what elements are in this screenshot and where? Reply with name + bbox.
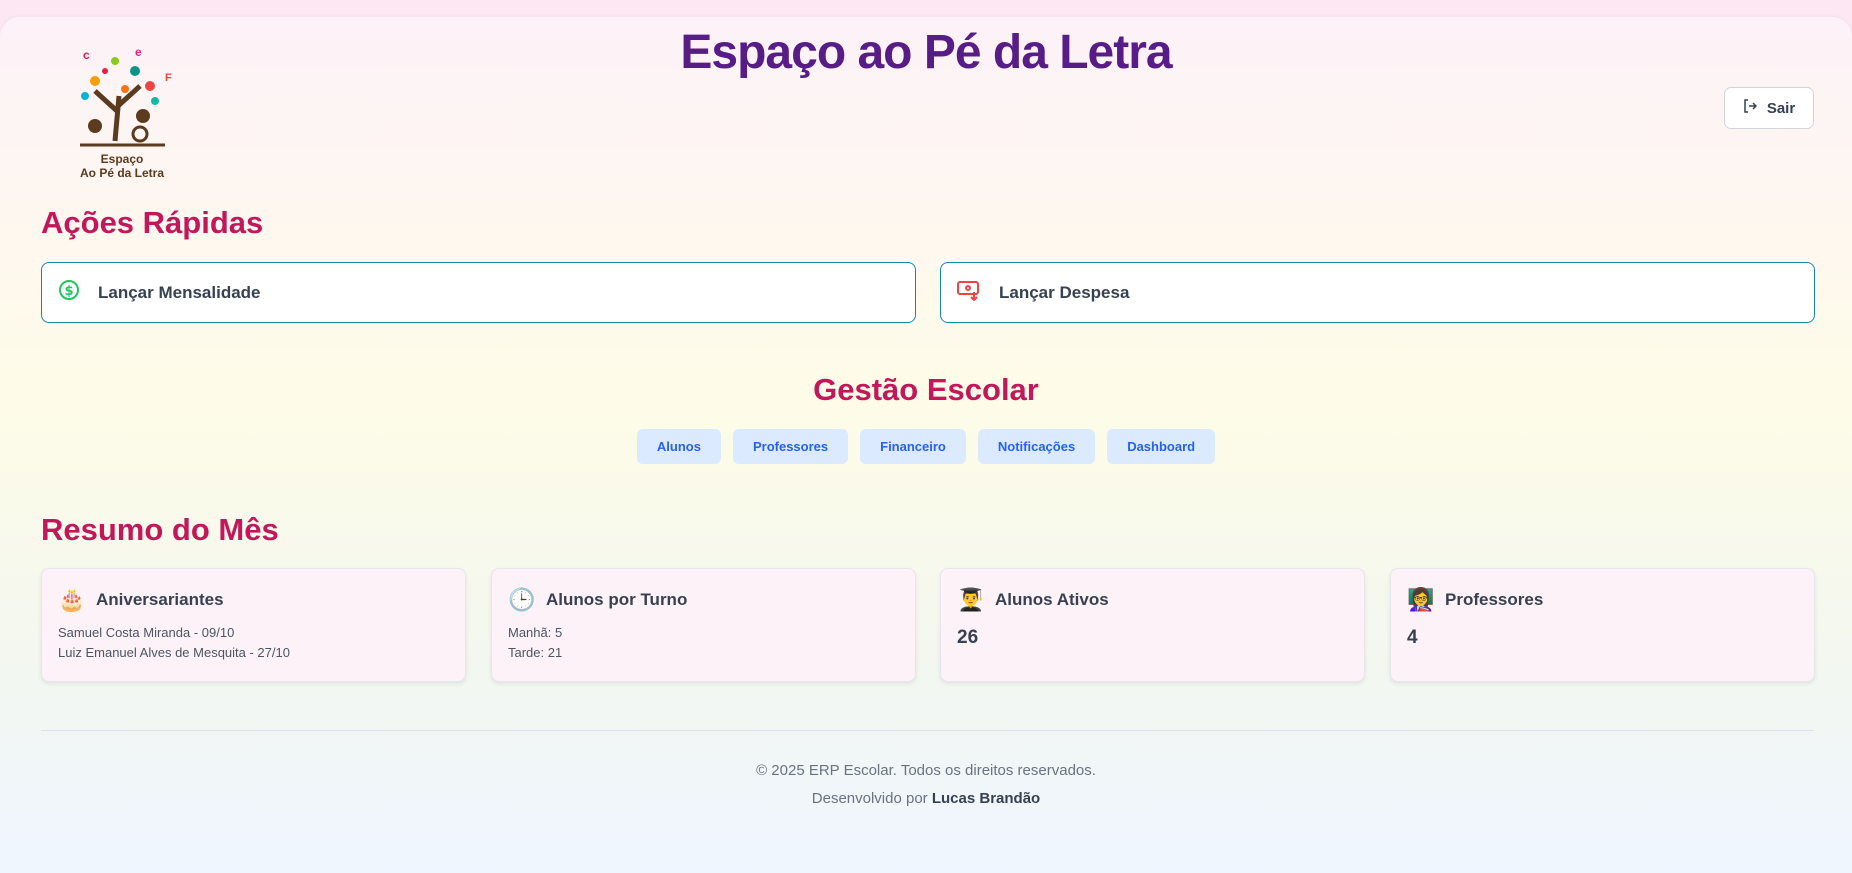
svg-text:Ao Pé da Letra: Ao Pé da Letra — [80, 166, 164, 179]
teachers-card: 👩‍🏫 Professores 4 — [1390, 568, 1815, 682]
shift-afternoon: Tarde: 21 — [508, 645, 563, 660]
shift-morning: Manhã: 5 — [508, 625, 563, 640]
birthday-item: Samuel Costa Miranda - 09/10 — [58, 625, 235, 640]
nav-alunos[interactable]: Alunos — [636, 429, 721, 464]
student-icon: 👨‍🎓 — [957, 587, 985, 612]
svg-text:Espaço: Espaço — [101, 152, 144, 166]
logout-button[interactable]: Sair — [1724, 87, 1814, 129]
shifts-card: 🕒 Alunos por Turno Manhã: 5 Tarde: 21 — [491, 568, 916, 682]
launch-expense-label: Lançar Despesa — [999, 282, 1130, 302]
cake-icon: 🎂 — [58, 587, 86, 612]
management-nav: Alunos Professores Financeiro Notificaçõ… — [0, 429, 1852, 464]
summary-title: Resumo do Mês — [41, 512, 279, 547]
management-title: Gestão Escolar — [813, 372, 1039, 407]
teacher-icon: 👩‍🏫 — [1407, 587, 1435, 612]
author-name: Lucas Brandão — [931, 790, 1041, 807]
active-students-card: 👨‍🎓 Alunos Ativos 26 — [940, 568, 1365, 682]
footer: © 2025 ERP Escolar. Todos os direitos re… — [0, 757, 1852, 813]
page-title: Espaço ao Pé da Letra — [680, 26, 1172, 79]
logout-icon — [1743, 99, 1757, 117]
launch-expense-button[interactable]: Lançar Despesa — [940, 262, 1815, 323]
quick-actions-title: Ações Rápidas — [41, 205, 264, 240]
teachers-value: 4 — [1407, 627, 1418, 648]
birthday-item: Luiz Emanuel Alves de Mesquita - 27/10 — [58, 645, 290, 660]
shifts-title: Alunos por Turno — [546, 590, 688, 609]
nav-professores[interactable]: Professores — [732, 429, 849, 464]
copyright: © 2025 ERP Escolar. Todos os direitos re… — [756, 762, 1096, 779]
active-students-title: Alunos Ativos — [995, 590, 1109, 609]
birthdays-card: 🎂 Aniversariantes Samuel Costa Miranda - … — [41, 568, 466, 682]
nav-financeiro[interactable]: Financeiro — [860, 429, 966, 464]
developed-by-label: Desenvolvido por — [811, 790, 928, 807]
money-out-icon — [957, 279, 981, 306]
svg-text:$: $ — [64, 284, 73, 299]
dollar-circle-icon: $ — [58, 279, 80, 306]
main-container: ceF Espaço Ao Pé da Letra Espaço ao Pé d… — [0, 17, 1852, 873]
clock-icon: 🕒 — [508, 587, 536, 612]
launch-tuition-label: Lançar Mensalidade — [98, 282, 261, 302]
active-students-value: 26 — [957, 627, 979, 648]
teachers-title: Professores — [1445, 590, 1544, 609]
birthdays-title: Aniversariantes — [96, 590, 224, 609]
nav-dashboard[interactable]: Dashboard — [1107, 429, 1216, 464]
footer-divider — [41, 730, 1814, 731]
logout-label: Sair — [1766, 99, 1796, 117]
nav-notificacoes[interactable]: Notificações — [977, 429, 1096, 464]
launch-tuition-button[interactable]: $ Lançar Mensalidade — [41, 262, 916, 323]
